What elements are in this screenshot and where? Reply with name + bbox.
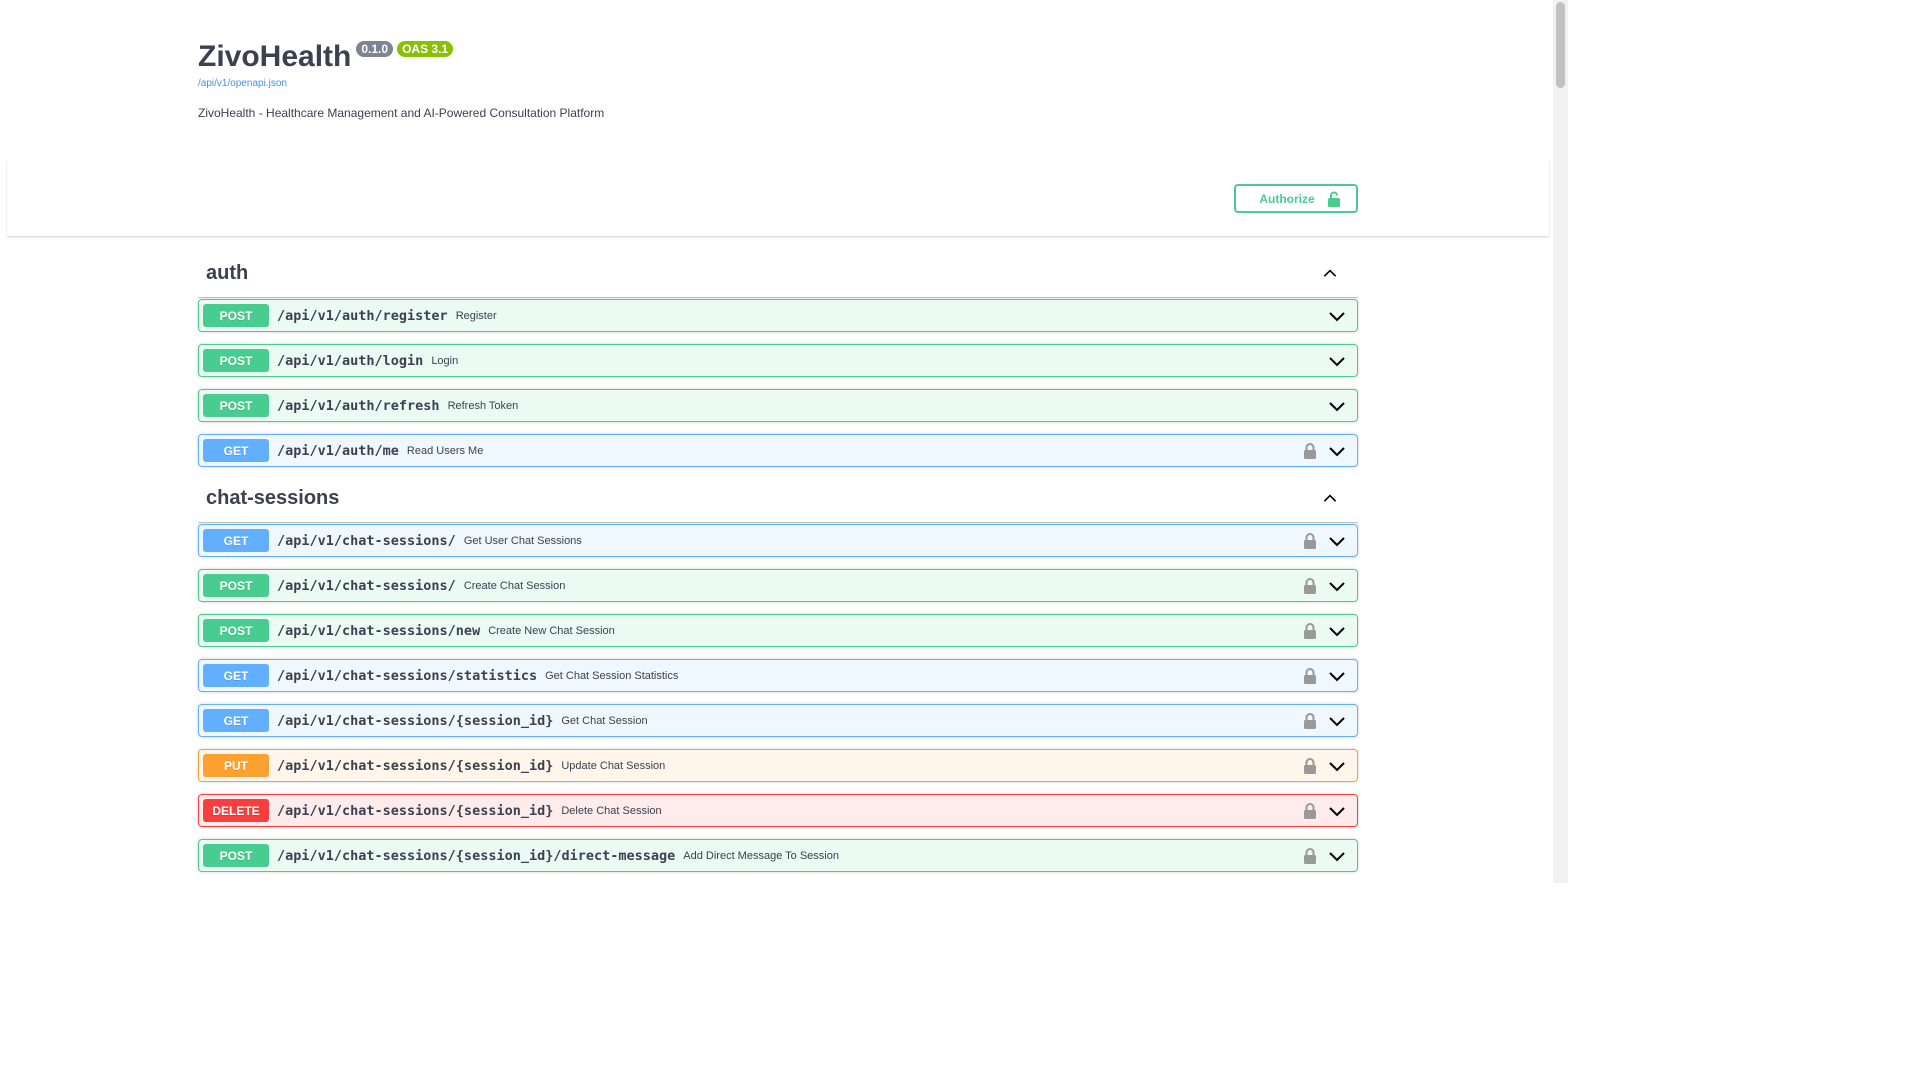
- openapi-spec-link[interactable]: /api/v1/openapi.json: [198, 78, 1358, 89]
- chevron-up-icon[interactable]: [1322, 265, 1338, 281]
- chevron-down-icon[interactable]: [1327, 531, 1347, 551]
- chevron-down-icon[interactable]: [1327, 846, 1347, 866]
- operation-row[interactable]: GET/api/v1/chat-sessions/statistics Get C…: [198, 659, 1358, 692]
- method-badge: GET: [203, 709, 269, 732]
- method-badge: POST: [203, 619, 269, 642]
- oas-badge: OAS 3.1: [397, 41, 454, 57]
- operation-summary: Get Chat Session Statistics: [545, 669, 679, 682]
- chevron-down-icon[interactable]: [1327, 711, 1347, 731]
- lock-icon[interactable]: [1303, 847, 1317, 864]
- method-badge: POST: [203, 574, 269, 597]
- lock-icon[interactable]: [1303, 712, 1317, 729]
- operation-path: /api/v1/chat-sessions/{session_id}: [277, 757, 554, 774]
- operation-summary: Update Chat Session: [561, 759, 666, 772]
- tag-header-chat-sessions[interactable]: chat-sessions: [198, 474, 1358, 523]
- operation-path: /api/v1/chat-sessions/{session_id}/direc…: [277, 847, 676, 864]
- operation-row[interactable]: POST/api/v1/auth/login Login: [198, 344, 1358, 377]
- method-badge: PUT: [203, 754, 269, 777]
- api-description: ZivoHealth - Healthcare Management and A…: [198, 106, 605, 120]
- lock-icon[interactable]: [1303, 622, 1317, 639]
- chevron-down-icon[interactable]: [1327, 756, 1347, 776]
- chevron-down-icon[interactable]: [1327, 666, 1347, 686]
- operation-path: /api/v1/auth/register: [277, 307, 448, 324]
- title-row: ZivoHealth 0.1.0 OAS 3.1: [198, 36, 1358, 78]
- operation-path: /api/v1/auth/login: [277, 352, 424, 369]
- operation-row[interactable]: GET/api/v1/auth/me Read Users Me: [198, 434, 1358, 467]
- chevron-down-icon[interactable]: [1327, 306, 1347, 326]
- method-badge: GET: [203, 664, 269, 687]
- operation-path: /api/v1/chat-sessions/{session_id}: [277, 712, 554, 729]
- operation-summary: Create New Chat Session: [488, 624, 615, 637]
- scrollbar-thumb[interactable]: [1556, 2, 1565, 88]
- tag-section-chat-sessions: chat-sessions GET/api/v1/chat-sessions/G…: [198, 474, 1358, 872]
- operation-summary: Register: [455, 309, 497, 322]
- operation-row[interactable]: POST/api/v1/auth/register Register: [198, 299, 1358, 332]
- chevron-down-icon[interactable]: [1327, 396, 1347, 416]
- method-badge: DELETE: [203, 799, 269, 822]
- operation-row[interactable]: POST/api/v1/chat-sessions/new Create New …: [198, 614, 1358, 647]
- operation-row[interactable]: GET/api/v1/chat-sessions/Get User Chat S…: [198, 524, 1358, 557]
- tag-section-auth: auth POST/api/v1/auth/register Register PO…: [198, 249, 1358, 467]
- operation-row[interactable]: POST/api/v1/chat-sessions/Create Chat Se…: [198, 569, 1358, 602]
- authorize-button[interactable]: Authorize: [1234, 184, 1358, 213]
- chevron-down-icon[interactable]: [1327, 801, 1347, 821]
- scheme-container: Authorize: [7, 160, 1549, 236]
- operation-row[interactable]: GET/api/v1/chat-sessions/{session_id} Get…: [198, 704, 1358, 737]
- chevron-up-icon[interactable]: [1322, 490, 1338, 506]
- operation-summary: Login: [431, 354, 459, 367]
- operation-path: /api/v1/auth/refresh: [277, 397, 440, 414]
- operation-summary: Add Direct Message To Session: [683, 849, 839, 862]
- tag-name: chat-sessions: [206, 486, 340, 509]
- operation-path: /api/v1/chat-sessions/{session_id}: [277, 802, 554, 819]
- tag-header-auth[interactable]: auth: [198, 249, 1358, 298]
- authorize-label: Authorize: [1259, 191, 1315, 206]
- method-badge: GET: [203, 529, 269, 552]
- lock-icon[interactable]: [1303, 667, 1317, 684]
- operation-row[interactable]: PUT/api/v1/chat-sessions/{session_id} Upd…: [198, 749, 1358, 782]
- operation-path: /api/v1/chat-sessions/: [277, 577, 456, 594]
- scrollbar[interactable]: [1553, 0, 1568, 883]
- api-info: ZivoHealth 0.1.0 OAS 3.1 /api/v1/openapi…: [198, 36, 1358, 120]
- operation-summary: Get Chat Session: [561, 714, 648, 727]
- unlock-icon: [1327, 191, 1340, 207]
- operation-row[interactable]: POST/api/v1/auth/refresh Refresh Token: [198, 389, 1358, 422]
- lock-icon[interactable]: [1303, 532, 1317, 549]
- lock-icon[interactable]: [1303, 802, 1317, 819]
- operation-path: /api/v1/chat-sessions/: [277, 532, 456, 549]
- operation-summary: Delete Chat Session: [561, 804, 662, 817]
- operation-summary: Read Users Me: [406, 444, 484, 457]
- chevron-down-icon[interactable]: [1327, 351, 1347, 371]
- operation-path: /api/v1/chat-sessions/statistics: [277, 667, 538, 684]
- lock-icon[interactable]: [1303, 757, 1317, 774]
- operation-path: /api/v1/chat-sessions/new: [277, 622, 481, 639]
- operation-summary: Get User Chat Sessions: [463, 534, 582, 547]
- chevron-down-icon[interactable]: [1327, 576, 1347, 596]
- method-badge: POST: [203, 349, 269, 372]
- lock-icon[interactable]: [1303, 442, 1317, 459]
- operation-summary: Refresh Token: [447, 399, 519, 412]
- version-badge: 0.1.0: [356, 41, 394, 57]
- operation-row[interactable]: POST/api/v1/chat-sessions/{session_id}/d…: [198, 839, 1358, 872]
- method-badge: POST: [203, 304, 269, 327]
- operation-summary: Create Chat Session: [463, 579, 566, 592]
- chevron-down-icon[interactable]: [1327, 621, 1347, 641]
- tag-name: auth: [206, 261, 249, 284]
- operation-row[interactable]: DELETE/api/v1/chat-sessions/{session_id}…: [198, 794, 1358, 827]
- lock-icon[interactable]: [1303, 577, 1317, 594]
- method-badge: POST: [203, 844, 269, 867]
- method-badge: GET: [203, 439, 269, 462]
- chevron-down-icon[interactable]: [1327, 441, 1347, 461]
- api-title: ZivoHealth: [198, 40, 352, 73]
- operation-path: /api/v1/auth/me: [277, 442, 399, 459]
- method-badge: POST: [203, 394, 269, 417]
